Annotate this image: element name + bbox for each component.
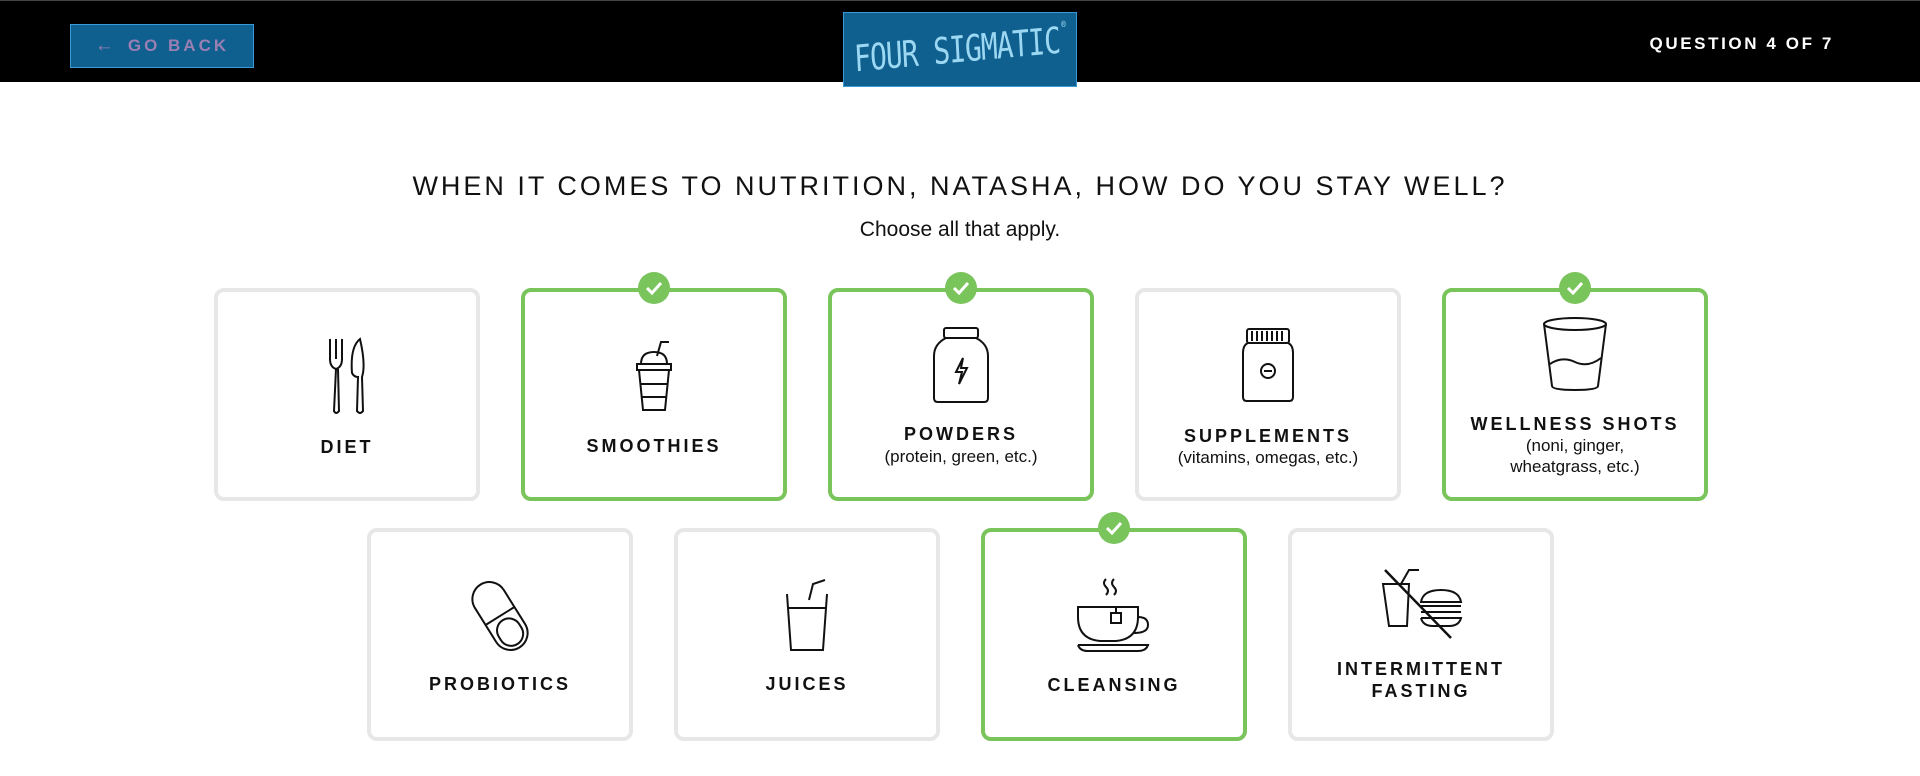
fork-knife-icon	[329, 337, 365, 414]
option-label: SMOOTHIES	[586, 436, 722, 456]
option-label: CLEANSING	[1047, 675, 1181, 695]
option-card-wellness-shots[interactable]: WELLNESS SHOTS (noni, ginger, wheatgrass…	[1442, 272, 1708, 501]
option-label: INTERMITTENT FASTING	[1337, 659, 1505, 701]
option-card-cleansing[interactable]: CLEANSING	[981, 512, 1247, 741]
top-bar: ← GO BACK FOUR SIGMATIC® QUESTION 4 OF 7	[0, 0, 1920, 87]
option-label: POWDERS	[903, 424, 1018, 444]
powder-jar-icon	[933, 327, 989, 403]
option-card-diet[interactable]: DIET	[214, 288, 480, 501]
option-card-powders[interactable]: POWDERS (protein, green, etc.)	[828, 272, 1094, 501]
juice-glass-icon	[786, 579, 828, 651]
tea-cup-icon	[1077, 578, 1150, 652]
supplement-bottle-icon	[1242, 328, 1294, 402]
shot-glass-icon	[1543, 317, 1607, 392]
checkmark-icon	[1559, 272, 1591, 304]
smoothie-cup-icon	[636, 341, 672, 411]
go-back-button[interactable]: ← GO BACK	[70, 24, 254, 68]
option-sublabel: (protein, green, etc.)	[884, 447, 1038, 466]
go-back-label: GO BACK	[127, 36, 230, 55]
option-card-smoothies[interactable]: SMOOTHIES	[521, 272, 787, 501]
checkmark-icon	[1098, 512, 1130, 544]
question-subtitle: Choose all that apply.	[859, 218, 1061, 241]
option-label: JUICES	[765, 674, 849, 694]
brand-logo[interactable]: FOUR SIGMATIC®	[843, 12, 1077, 87]
logo-text: FOUR SIGMATIC®	[853, 18, 1066, 81]
option-label: SUPPLEMENTS	[1183, 426, 1353, 446]
question-progress: QUESTION 4 OF 7	[1649, 34, 1834, 53]
no-food-icon	[1381, 569, 1463, 639]
option-card-juices[interactable]: JUICES	[674, 528, 940, 741]
option-label: WELLNESS SHOTS	[1470, 414, 1680, 434]
option-sublabel: (noni, ginger, wheatgrass, etc.)	[1510, 436, 1640, 476]
option-card-intermittent-fasting[interactable]: INTERMITTENT FASTING	[1288, 528, 1554, 741]
option-card-supplements[interactable]: SUPPLEMENTS (vitamins, omegas, etc.)	[1135, 288, 1401, 501]
option-label: DIET	[320, 437, 374, 457]
option-card-probiotics[interactable]: PROBIOTICS	[367, 528, 633, 741]
question-title: WHEN IT COMES TO NUTRITION, NATASHA, HOW…	[412, 171, 1508, 201]
capsule-icon	[471, 581, 529, 651]
arrow-left-icon: ←	[94, 35, 114, 56]
option-label: PROBIOTICS	[428, 674, 571, 694]
checkmark-icon	[638, 272, 670, 304]
option-sublabel: (vitamins, omegas, etc.)	[1177, 448, 1359, 467]
checkmark-icon	[945, 272, 977, 304]
